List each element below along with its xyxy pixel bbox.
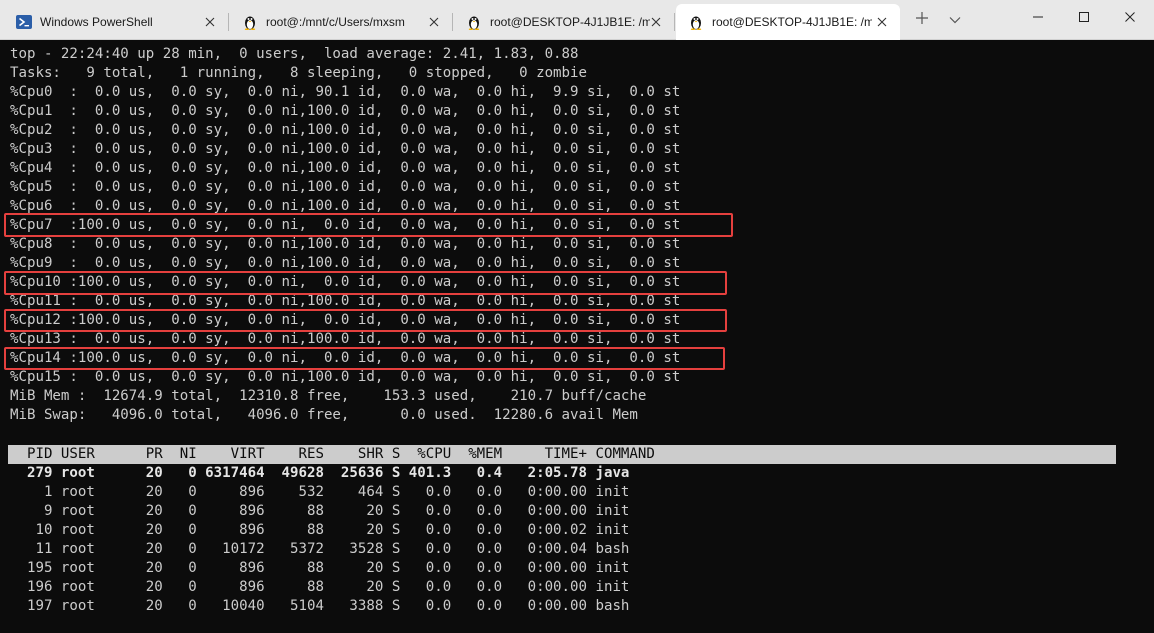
tasks-summary-line: Tasks: 9 total, 1 running, 8 sleeping, 0… [10, 65, 587, 81]
tab-label: Windows PowerShell [40, 15, 153, 29]
cpu-line: %Cpu15 : 0.0 us, 0.0 sy, 0.0 ni,100.0 id… [10, 369, 681, 385]
tab-root-desktop-1[interactable]: root@DESKTOP-4J1JB1E: /m [454, 4, 675, 40]
plus-icon [915, 11, 929, 30]
tab-dropdown-button[interactable] [940, 4, 970, 36]
cpu-line: %Cpu0 : 0.0 us, 0.0 sy, 0.0 ni, 90.1 id,… [10, 84, 681, 100]
maximize-icon [1079, 9, 1089, 27]
tab-windows-powershell[interactable]: Windows PowerShell [4, 4, 229, 40]
tab-close-icon[interactable] [646, 12, 666, 32]
process-table-header: PID USER PR NI VIRT RES SHR S %CPU %MEM … [8, 445, 1116, 464]
cpu-line: %Cpu3 : 0.0 us, 0.0 sy, 0.0 ni,100.0 id,… [10, 141, 681, 157]
process-row: 9 root 20 0 896 88 20 S 0.0 0.0 0:00.00 … [10, 503, 630, 519]
linux-penguin-icon [242, 14, 258, 30]
cpu-line: %Cpu4 : 0.0 us, 0.0 sy, 0.0 ni,100.0 id,… [10, 160, 681, 176]
process-row: 10 root 20 0 896 88 20 S 0.0 0.0 0:00.02… [10, 522, 630, 538]
tab-label: root@DESKTOP-4J1JB1E: /m [712, 15, 872, 29]
highlight-box-cpu12 [4, 309, 727, 332]
chevron-down-icon [949, 11, 961, 29]
mem-line: MiB Mem : 12674.9 total, 12310.8 free, 1… [10, 388, 647, 404]
maximize-button[interactable] [1061, 0, 1107, 36]
highlight-box-cpu10 [4, 271, 727, 295]
linux-penguin-icon [466, 14, 482, 30]
process-row: 1 root 20 0 896 532 464 S 0.0 0.0 0:00.0… [10, 484, 630, 500]
close-window-button[interactable] [1107, 0, 1153, 36]
process-row: 195 root 20 0 896 88 20 S 0.0 0.0 0:00.0… [10, 560, 630, 576]
top-summary-line: top - 22:24:40 up 28 min, 0 users, load … [10, 46, 579, 62]
minimize-icon [1033, 9, 1043, 27]
swap-line: MiB Swap: 4096.0 total, 4096.0 free, 0.0… [10, 407, 638, 423]
minimize-button[interactable] [1015, 0, 1061, 36]
process-row: 11 root 20 0 10172 5372 3528 S 0.0 0.0 0… [10, 541, 630, 557]
cpu-line: %Cpu2 : 0.0 us, 0.0 sy, 0.0 ni,100.0 id,… [10, 122, 681, 138]
tab-root-desktop-2[interactable]: root@DESKTOP-4J1JB1E: /m [676, 4, 900, 40]
close-icon [1125, 9, 1135, 27]
process-row: 197 root 20 0 10040 5104 3388 S 0.0 0.0 … [10, 598, 630, 614]
tab-close-icon[interactable] [424, 12, 444, 32]
highlight-box-cpu14 [4, 347, 725, 370]
process-row: 279 root 20 0 6317464 49628 25636 S 401.… [10, 465, 630, 481]
tab-label: root@:/mnt/c/Users/mxsm [266, 15, 405, 29]
cpu-line: %Cpu1 : 0.0 us, 0.0 sy, 0.0 ni,100.0 id,… [10, 103, 681, 119]
cpu-line: %Cpu8 : 0.0 us, 0.0 sy, 0.0 ni,100.0 id,… [10, 236, 681, 252]
terminal-output[interactable]: top - 22:24:40 up 28 min, 0 users, load … [0, 40, 1154, 633]
tab-close-icon[interactable] [872, 12, 892, 32]
title-bar[interactable]: Windows PowerShell root@:/mnt/c/Users/mx… [0, 0, 1154, 40]
new-tab-button[interactable] [906, 4, 938, 36]
terminal-window: Windows PowerShell root@:/mnt/c/Users/mx… [0, 0, 1154, 633]
linux-penguin-icon [688, 14, 704, 30]
process-header-text: PID USER PR NI VIRT RES SHR S %CPU %MEM … [10, 446, 655, 462]
tab-root-mnt-c-users[interactable]: root@:/mnt/c/Users/mxsm [230, 4, 453, 40]
process-row: 196 root 20 0 896 88 20 S 0.0 0.0 0:00.0… [10, 579, 630, 595]
highlight-box-cpu7 [4, 213, 733, 237]
powershell-icon [16, 14, 32, 30]
tab-label: root@DESKTOP-4J1JB1E: /m [490, 15, 650, 29]
cpu-line: %Cpu5 : 0.0 us, 0.0 sy, 0.0 ni,100.0 id,… [10, 179, 681, 195]
tab-close-icon[interactable] [200, 12, 220, 32]
